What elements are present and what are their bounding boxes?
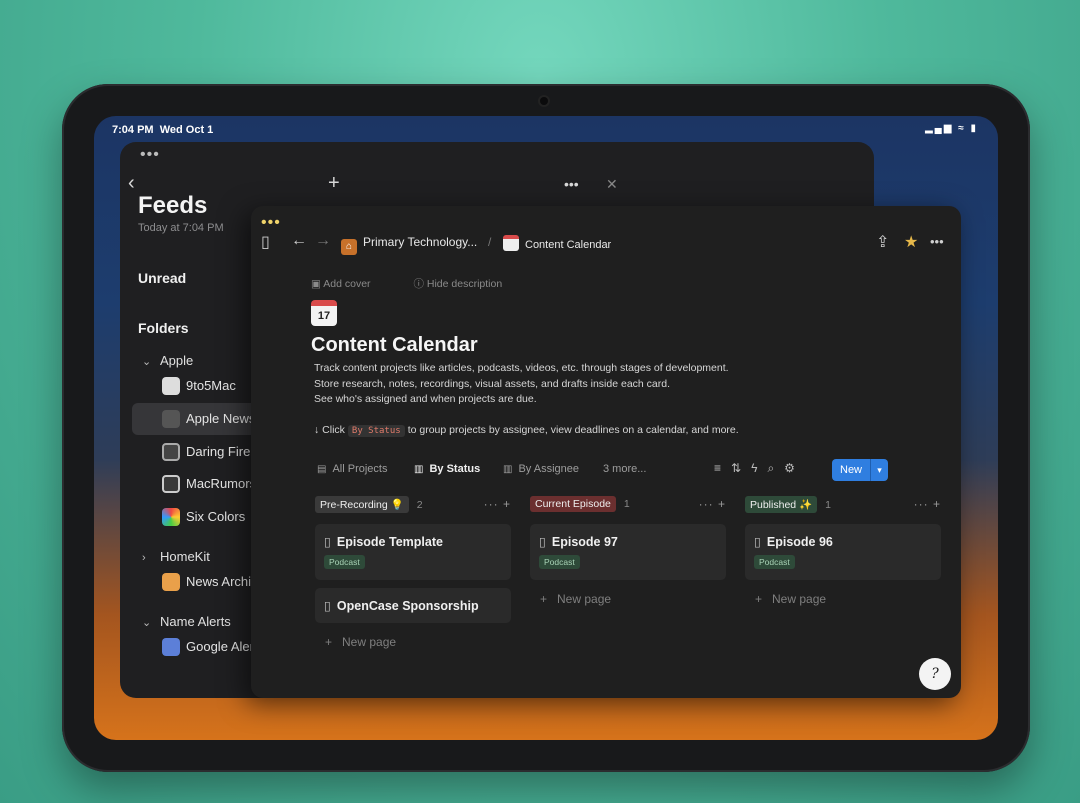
feed-logo-icon xyxy=(162,508,180,526)
more-icon[interactable]: ••• xyxy=(930,234,944,249)
tag-pill: Podcast xyxy=(324,555,365,569)
status-tag[interactable]: Current Episode xyxy=(530,496,616,512)
page-description: Track content projects like articles, po… xyxy=(314,362,729,405)
new-button[interactable]: New ▾ xyxy=(832,459,888,481)
ipad-frame: 7:04 PM Wed Oct 1 ▂▄▆ ≈ ▮ ••• ‹ + ••• ✕ … xyxy=(62,84,1030,772)
feed-logo-icon xyxy=(162,573,180,591)
column-header: Published ✨ 1 ··· + xyxy=(745,496,941,516)
calendar-icon[interactable]: 17 xyxy=(311,300,337,326)
feed-logo-icon xyxy=(162,475,180,493)
apple-logo-icon xyxy=(162,410,180,428)
column-header: Current Episode 1 ··· + xyxy=(530,496,726,516)
add-icon[interactable]: + xyxy=(328,172,340,195)
sidebar-toggle-icon[interactable]: ▯ xyxy=(261,232,270,252)
hide-description-button[interactable]: ⓘ Hide description xyxy=(413,278,522,290)
window-grip-icon[interactable]: ••• xyxy=(261,214,281,232)
window-grip-icon[interactable]: ••• xyxy=(140,146,160,164)
page-icon: ▯ xyxy=(754,535,761,549)
sort-icon[interactable]: ⇅ xyxy=(731,461,741,475)
notion-topbar: ▯ ← → ⌂ Primary Technology... / Content C… xyxy=(251,228,961,258)
tab-by-assignee[interactable]: ▥ By Assignee xyxy=(503,463,579,475)
page-icon: ▯ xyxy=(324,535,331,549)
tab-by-status[interactable]: ▥ By Status xyxy=(414,463,480,475)
home-icon: ⌂ xyxy=(341,239,357,255)
chevron-down-icon[interactable]: ▾ xyxy=(870,459,888,481)
breadcrumb-page[interactable]: Content Calendar xyxy=(503,235,611,251)
table-icon: ▤ xyxy=(317,464,327,475)
star-icon[interactable]: ★ xyxy=(904,232,918,252)
feed-logo-icon xyxy=(162,443,180,461)
board-card[interactable]: ▯ OpenCase Sponsorship xyxy=(315,588,511,623)
group-name-alerts[interactable]: ⌄ Name Alerts xyxy=(142,614,231,629)
close-icon[interactable]: ✕ xyxy=(606,176,618,193)
page-meta: ▣ Add cover ⓘ Hide description xyxy=(311,276,542,291)
feed-logo-icon xyxy=(162,377,180,395)
ipad-screen: 7:04 PM Wed Oct 1 ▂▄▆ ≈ ▮ ••• ‹ + ••• ✕ … xyxy=(94,116,998,740)
status-tag[interactable]: Published ✨ xyxy=(745,496,818,513)
group-apple[interactable]: ⌄ Apple xyxy=(142,353,193,368)
column-actions[interactable]: ··· + xyxy=(484,497,511,511)
tab-all-projects[interactable]: ▤ All Projects xyxy=(317,463,387,475)
feeds-subtitle: Today at 7:04 PM xyxy=(138,222,224,234)
view-tabs: ▤ All Projects ▥ By Status ▥ By Assignee 3 … xyxy=(317,459,897,481)
filter-icon[interactable]: ≡ xyxy=(714,461,721,475)
chevron-down-icon: ⌄ xyxy=(142,356,152,368)
back-icon[interactable]: ‹ xyxy=(128,172,135,195)
sidebar-unread[interactable]: Unread xyxy=(138,270,186,286)
page-icon: ▯ xyxy=(539,535,546,549)
breadcrumb-parent[interactable]: ⌂ Primary Technology... xyxy=(341,235,477,255)
board-column: Pre-Recording 💡 2 ··· + ▯ Episode Template… xyxy=(315,496,511,649)
page-icon: ▯ xyxy=(324,599,331,613)
share-icon[interactable]: ⇪ xyxy=(876,232,889,252)
page-hint: ↓ Click By Status to group projects by ass… xyxy=(314,424,739,437)
column-header: Pre-Recording 💡 2 ··· + xyxy=(315,496,511,516)
back-arrow-icon[interactable]: ← xyxy=(291,232,307,250)
sidebar-folders: Folders xyxy=(138,320,189,336)
tag-pill: Podcast xyxy=(539,555,580,569)
more-icon[interactable]: ••• xyxy=(564,176,579,192)
add-cover-button[interactable]: ▣ Add cover xyxy=(311,278,391,290)
calendar-icon xyxy=(503,235,519,251)
board-icon: ▥ xyxy=(414,464,424,475)
status-time: 7:04 PM Wed Oct 1 xyxy=(112,124,214,136)
chevron-down-icon: ⌄ xyxy=(142,617,152,629)
view-tools: ≡ ⇅ ϟ ⌕ ⚙ xyxy=(714,461,805,476)
board-card[interactable]: ▯ Episode Template Podcast xyxy=(315,524,511,580)
front-camera xyxy=(540,97,548,105)
chevron-right-icon: › xyxy=(142,552,146,564)
group-homekit[interactable]: › HomeKit xyxy=(142,549,210,564)
notion-window: ▯ ← → ⌂ Primary Technology... / Content C… xyxy=(251,206,961,698)
forward-arrow-icon[interactable]: → xyxy=(315,232,331,250)
status-icons: ▂▄▆ ≈ ▮ xyxy=(924,123,978,134)
tag-pill: Podcast xyxy=(754,555,795,569)
tab-more-views[interactable]: 3 more... xyxy=(603,463,646,475)
inline-code: By Status xyxy=(347,425,405,437)
new-page-button[interactable]: + New page xyxy=(315,635,511,649)
new-page-button[interactable]: + New page xyxy=(530,592,726,606)
board-column: Published ✨ 1 ··· + ▯ Episode 96 Podcast +… xyxy=(745,496,941,606)
page-title[interactable]: Content Calendar xyxy=(311,334,478,357)
search-icon[interactable]: ⌕ xyxy=(767,461,774,475)
board-card[interactable]: ▯ Episode 96 Podcast xyxy=(745,524,941,580)
feeds-title: Feeds xyxy=(138,192,208,219)
board-card[interactable]: ▯ Episode 97 Podcast xyxy=(530,524,726,580)
new-page-button[interactable]: + New page xyxy=(745,592,941,606)
status-tag[interactable]: Pre-Recording 💡 xyxy=(315,496,409,513)
board-icon: ▥ xyxy=(503,464,513,475)
automation-icon[interactable]: ϟ xyxy=(751,461,757,475)
help-button[interactable]: ? xyxy=(919,658,951,690)
status-bar: 7:04 PM Wed Oct 1 ▂▄▆ ≈ ▮ xyxy=(94,116,998,142)
feed-logo-icon xyxy=(162,638,180,656)
settings-icon[interactable]: ⚙ xyxy=(784,461,795,475)
column-actions[interactable]: ··· + xyxy=(699,497,726,511)
breadcrumb-separator: / xyxy=(488,235,492,249)
column-actions[interactable]: ··· + xyxy=(914,497,941,511)
board-column: Current Episode 1 ··· + ▯ Episode 97 Podca… xyxy=(530,496,726,606)
